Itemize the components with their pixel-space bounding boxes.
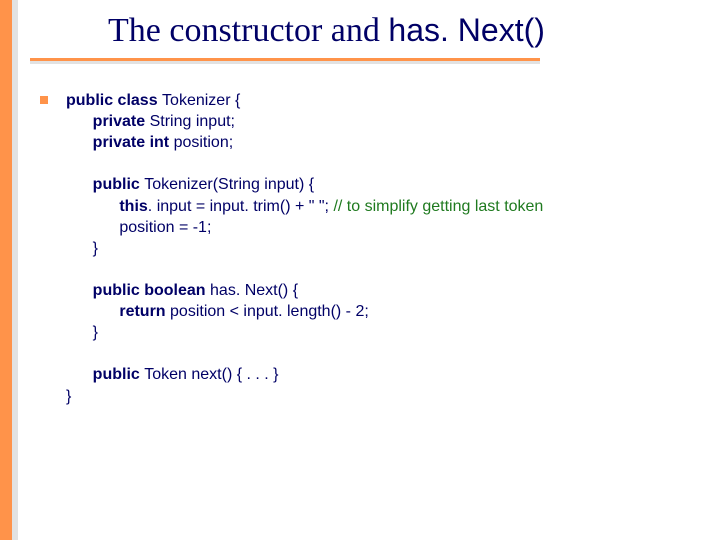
kw: public — [93, 366, 145, 383]
slide-body: public class Tokenizer { private String … — [40, 90, 700, 407]
kw: public — [93, 176, 145, 193]
code-block: public class Tokenizer { private String … — [66, 90, 700, 407]
txt: . input = input. trim() + " "; — [148, 198, 334, 215]
kw: this — [119, 198, 147, 215]
txt: Tokenizer(String input) { — [144, 176, 314, 193]
title-underline — [30, 58, 540, 61]
txt: } — [93, 324, 98, 341]
txt: } — [66, 388, 71, 405]
kw: public class — [66, 92, 162, 109]
side-accent-bar — [0, 0, 12, 540]
txt: position = -1; — [119, 219, 211, 236]
txt: Tokenizer { — [162, 92, 240, 109]
kw: return — [119, 303, 170, 320]
bullet-item: public class Tokenizer { private String … — [40, 90, 700, 407]
kw: private int — [93, 134, 174, 151]
square-bullet-icon — [40, 96, 48, 104]
txt: String input; — [150, 113, 235, 130]
slide-title: The constructor and has. Next() — [108, 12, 545, 50]
txt: has. Next() { — [210, 282, 298, 299]
slide: The constructor and has. Next() public c… — [0, 0, 720, 540]
comment: // to simplify getting last token — [333, 198, 543, 215]
kw: public boolean — [93, 282, 210, 299]
txt: position < input. length() - 2; — [170, 303, 369, 320]
kw: private — [93, 113, 150, 130]
txt: Token next() { . . . } — [144, 366, 278, 383]
title-mono: has. Next() — [388, 12, 544, 48]
txt: position; — [174, 134, 234, 151]
txt: } — [93, 240, 98, 257]
title-text: The constructor and — [108, 12, 388, 49]
